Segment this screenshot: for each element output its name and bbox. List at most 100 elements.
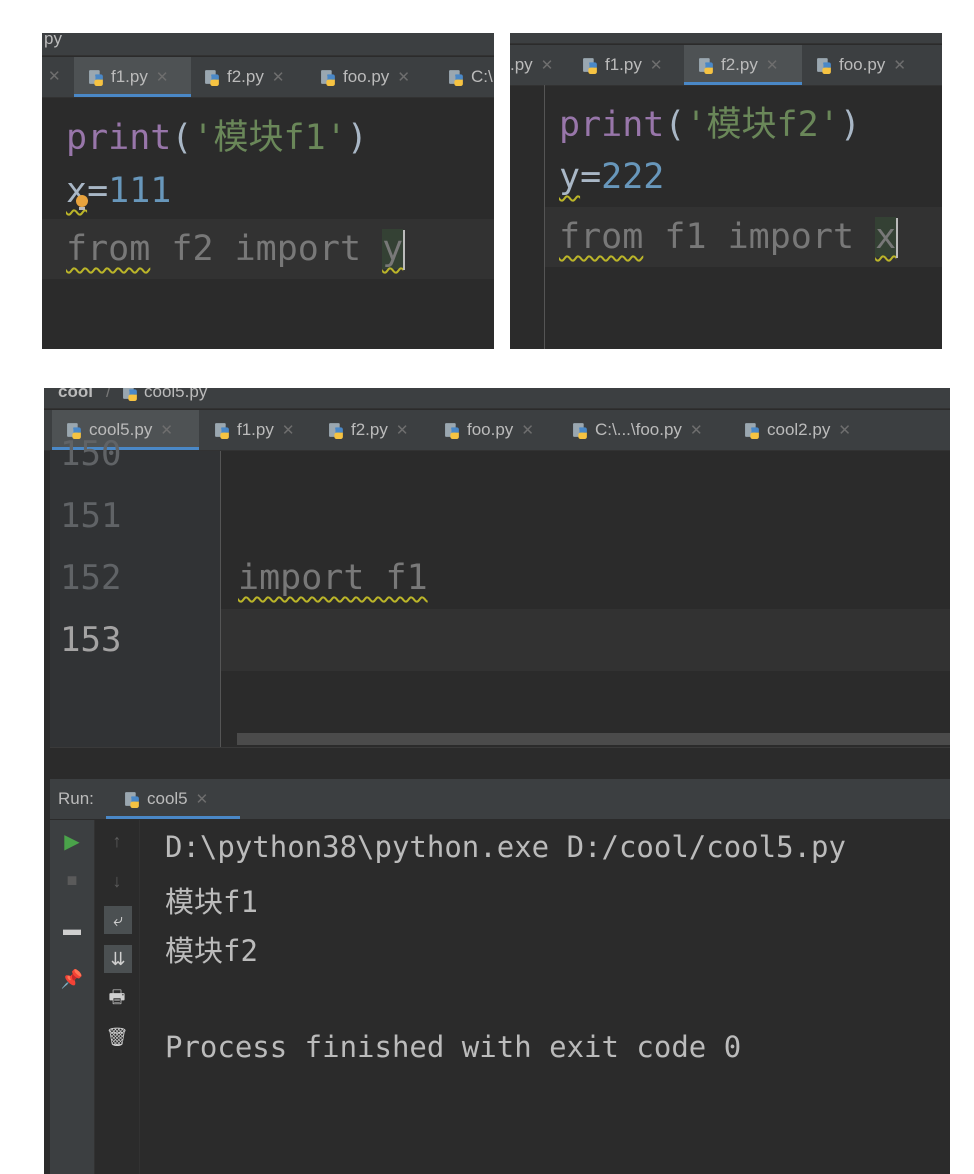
python-file-icon — [215, 422, 229, 439]
close-icon[interactable]: ✕ — [160, 421, 173, 439]
tab-label: f2.py — [227, 67, 264, 86]
python-file-icon — [329, 422, 343, 439]
tab-label: foo.py — [839, 55, 886, 74]
editor-panel-f1: py ✕ f1.py ✕ f2.py ✕ foo.py ✕ C:\ print(… — [42, 33, 494, 349]
close-icon[interactable]: ✕ — [541, 56, 554, 74]
breadcrumb-file[interactable]: cool5.py — [144, 388, 207, 402]
top-strip — [510, 33, 942, 44]
code-line-1[interactable]: print('模块f2') — [559, 96, 861, 147]
tab-f2[interactable]: f2.py ✕ — [684, 45, 802, 85]
soft-wrap-icon[interactable]: ⤶ — [104, 906, 132, 934]
tab-label: .py — [510, 55, 533, 74]
tab-label: f1.py — [237, 420, 274, 439]
code-token: ) — [346, 118, 368, 158]
tab-foo[interactable]: foo.py ✕ — [816, 45, 906, 85]
code-line-3[interactable]: from f2 import y — [66, 229, 406, 270]
close-icon[interactable]: ✕ — [893, 56, 906, 74]
close-icon[interactable]: ✕ — [48, 67, 61, 85]
code-token: print — [559, 105, 665, 145]
layout-icon[interactable]: ▬ — [61, 918, 83, 940]
python-file-icon — [205, 69, 219, 86]
code-token: f1 — [643, 217, 728, 257]
code-token: import f1 — [238, 558, 428, 598]
code-token: import — [234, 229, 362, 269]
close-icon[interactable]: ✕ — [272, 68, 285, 86]
python-file-icon — [321, 69, 335, 86]
tab-py[interactable]: .py ✕ — [510, 45, 553, 85]
python-file-icon — [583, 57, 597, 74]
stop-icon[interactable]: ■ — [61, 869, 83, 891]
pin-icon[interactable]: 📌 — [61, 968, 83, 990]
close-icon[interactable]: ✕ — [838, 421, 851, 439]
tab-f1[interactable]: f1.py ✕ — [582, 45, 662, 85]
scroll-to-end-icon[interactable]: ⇊ — [104, 945, 132, 973]
close-icon[interactable]: ✕ — [650, 56, 663, 74]
python-icon — [125, 791, 139, 808]
line-number: 150 — [60, 434, 122, 474]
close-icon[interactable]: ✕ — [690, 421, 703, 439]
breadcrumb-separator: / — [106, 388, 111, 401]
close-icon[interactable]: ✕ — [282, 421, 295, 439]
tab-f1[interactable]: f1.py ✕ — [214, 410, 294, 450]
tab-label: f2.py — [721, 55, 758, 74]
horizontal-scrollbar[interactable] — [237, 733, 950, 745]
breadcrumb-bar: cool / cool5.py — [44, 388, 950, 409]
tab-c-foo[interactable]: C:\...\foo.py ✕ — [572, 410, 703, 450]
python-file-icon — [817, 57, 831, 74]
console-line: 模块f2 — [165, 934, 258, 968]
tab-foo[interactable]: foo.py ✕ — [444, 410, 534, 450]
python-file-icon — [573, 422, 587, 439]
run-tab-cool5[interactable]: cool5 ✕ — [106, 779, 240, 819]
run-label: Run: — [58, 789, 94, 808]
tab-label: f1.py — [111, 67, 148, 86]
console-line: D:\python38\python.exe D:/cool/cool5.py — [165, 830, 846, 864]
breadcrumb-bar: py — [42, 33, 494, 56]
tab-bar: ✕ f1.py ✕ f2.py ✕ foo.py ✕ C:\ — [42, 57, 494, 98]
python-file-icon — [89, 69, 103, 86]
console-line: Process finished with exit code 0 — [165, 1030, 742, 1064]
text-caret — [896, 218, 899, 258]
trash-icon[interactable]: 🗑 — [106, 1026, 129, 1048]
up-arrow-icon[interactable]: ↑ — [106, 830, 128, 852]
line-number: 151 — [60, 496, 122, 536]
line-number: 152 — [60, 558, 122, 598]
gutter-divider — [220, 451, 221, 747]
tab-cool2[interactable]: cool2.py ✕ — [744, 410, 851, 450]
breadcrumb[interactable]: py — [44, 33, 62, 49]
close-icon[interactable]: ✕ — [766, 56, 779, 74]
code-line-3[interactable]: from f1 import x — [559, 217, 899, 258]
tab-bar: .py ✕ f1.py ✕ f2.py ✕ foo.py ✕ — [510, 45, 942, 86]
code-line-152[interactable]: import f1 — [238, 558, 428, 598]
code-token: print — [66, 118, 172, 158]
breadcrumb-project[interactable]: cool — [58, 388, 93, 402]
close-icon[interactable]: ✕ — [521, 421, 534, 439]
code-token: '模块f1' — [192, 118, 347, 158]
lightbulb-icon[interactable] — [75, 195, 89, 213]
run-toolwindow-header: Run: cool5 ✕ — [50, 779, 950, 819]
code-token: 222 — [601, 157, 665, 197]
code-token: import — [727, 217, 855, 257]
tab-f2[interactable]: f2.py ✕ — [204, 57, 284, 97]
tab-label: foo.py — [467, 420, 514, 439]
close-icon[interactable]: ✕ — [156, 68, 169, 86]
close-icon[interactable]: ✕ — [397, 68, 410, 86]
tab-c-path[interactable]: C:\ — [448, 57, 493, 97]
python-file-icon — [699, 57, 713, 74]
down-arrow-icon[interactable]: ↓ — [106, 870, 128, 892]
close-icon[interactable]: ✕ — [396, 421, 409, 439]
tab-label: f2.py — [351, 420, 388, 439]
tab-f1[interactable]: f1.py ✕ — [74, 57, 191, 97]
code-line-2[interactable]: y=222 — [559, 157, 664, 197]
close-icon[interactable]: ✕ — [196, 790, 209, 808]
line-number: 153 — [60, 620, 122, 660]
code-line-1[interactable]: print('模块f1') — [66, 109, 368, 160]
ide-main-window: cool / cool5.py cool5.py ✕ f1.py ✕ f2.py… — [44, 388, 950, 1174]
print-icon[interactable]: 🖶 — [106, 987, 128, 1011]
code-token: y — [559, 157, 581, 197]
tab-f2[interactable]: f2.py ✕ — [328, 410, 408, 450]
tab-foo[interactable]: foo.py ✕ — [320, 57, 410, 97]
run-icon[interactable]: ▶ — [61, 830, 83, 853]
python-file-icon — [123, 388, 137, 401]
text-caret — [403, 230, 406, 270]
current-line-highlight — [221, 609, 950, 671]
